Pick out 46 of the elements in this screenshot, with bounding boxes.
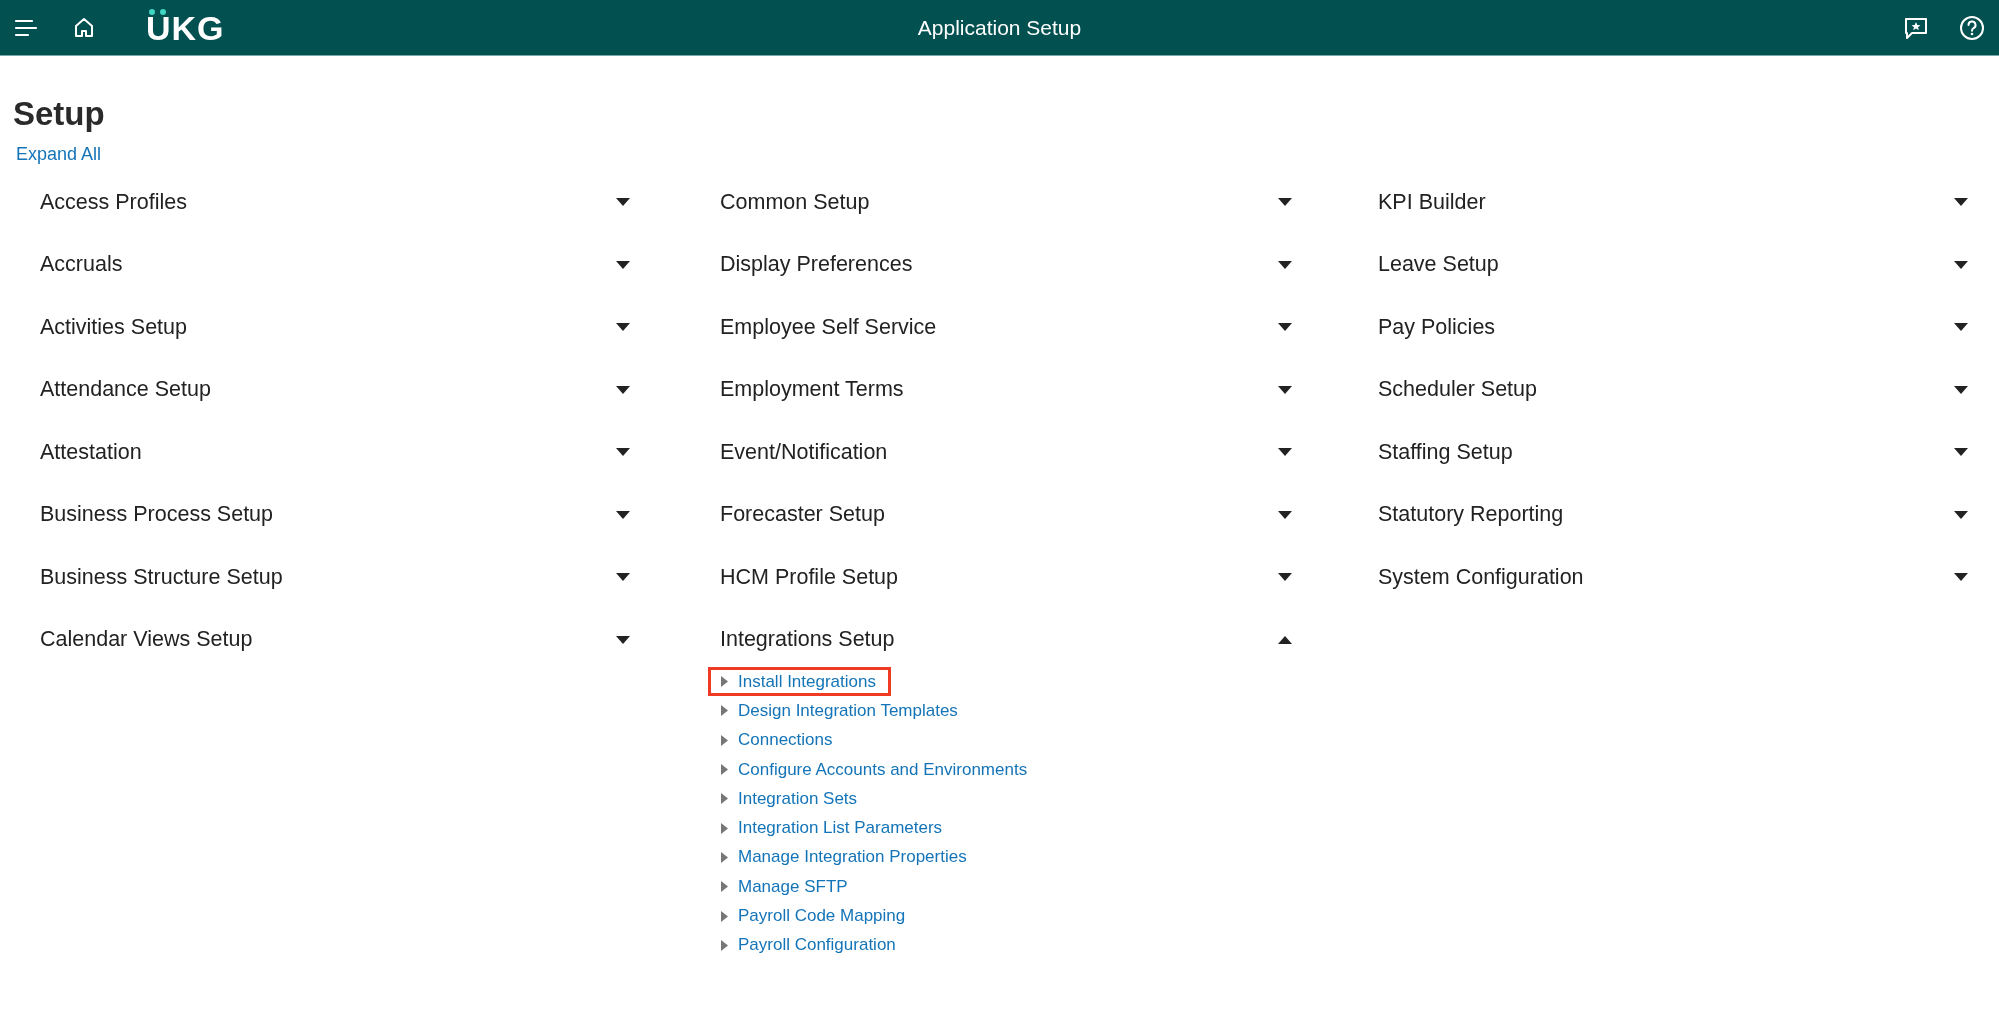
expand-icon [721, 734, 728, 746]
logo: UKG [146, 10, 225, 45]
section-header[interactable]: Accruals [40, 233, 630, 296]
section-header[interactable]: Business Structure Setup [40, 546, 630, 609]
setup-link[interactable]: Manage Integration Properties [708, 842, 982, 873]
expand-all-link[interactable]: Expand All [16, 144, 102, 165]
section-header[interactable]: Access Profiles [40, 171, 630, 234]
setup-link[interactable]: Manage SFTP [708, 872, 863, 902]
expand-icon [721, 851, 728, 863]
section-header[interactable]: Display Preferences [720, 233, 1292, 296]
section-header[interactable]: KPI Builder [1378, 171, 1968, 234]
setup-link[interactable]: Design Integration Templates [708, 696, 973, 726]
page-title: Setup [13, 97, 106, 130]
expand-icon [721, 939, 728, 951]
section-header[interactable]: Staffing Setup [1378, 421, 1968, 484]
section-header[interactable]: Calendar Views Setup [40, 608, 630, 671]
section-header[interactable]: Attestation [40, 421, 630, 484]
expand-icon [721, 881, 728, 893]
expand-icon [721, 764, 728, 776]
section-header[interactable]: Leave Setup [1378, 233, 1968, 296]
expand-icon [721, 910, 728, 922]
section-header[interactable]: Statutory Reporting [1378, 483, 1968, 546]
section-header[interactable]: Forecaster Setup [720, 483, 1292, 546]
section-header[interactable]: Employee Self Service [720, 296, 1292, 359]
expand-icon [721, 822, 728, 834]
section-header[interactable]: Activities Setup [40, 296, 630, 359]
section-header[interactable]: Pay Policies [1378, 296, 1968, 359]
setup-link[interactable]: Connections [708, 725, 848, 755]
section-header[interactable]: Scheduler Setup [1378, 358, 1968, 421]
setup-link[interactable]: Integration Sets [708, 784, 873, 814]
setup-link[interactable]: Install Integrations [708, 667, 891, 697]
setup-link[interactable]: Integration List Parameters [708, 813, 958, 843]
setup-link[interactable]: Payroll Configuration [708, 930, 911, 960]
expand-icon [721, 793, 728, 805]
section-header[interactable]: Business Process Setup [40, 483, 630, 546]
section-header[interactable]: HCM Profile Setup [720, 546, 1292, 609]
section-header[interactable]: Event/Notification [720, 421, 1292, 484]
section-header[interactable]: Common Setup [720, 171, 1292, 234]
expand-icon [721, 705, 728, 717]
section-header[interactable]: System Configuration [1378, 546, 1968, 609]
section-header[interactable]: Employment Terms [720, 358, 1292, 421]
section-header[interactable]: Attendance Setup [40, 358, 630, 421]
window-title: Application Setup [917, 15, 1082, 40]
setup-link[interactable]: Configure Accounts and Environments [708, 754, 1043, 785]
expand-icon [721, 676, 728, 688]
setup-link[interactable]: Payroll Code Mapping [708, 901, 921, 931]
